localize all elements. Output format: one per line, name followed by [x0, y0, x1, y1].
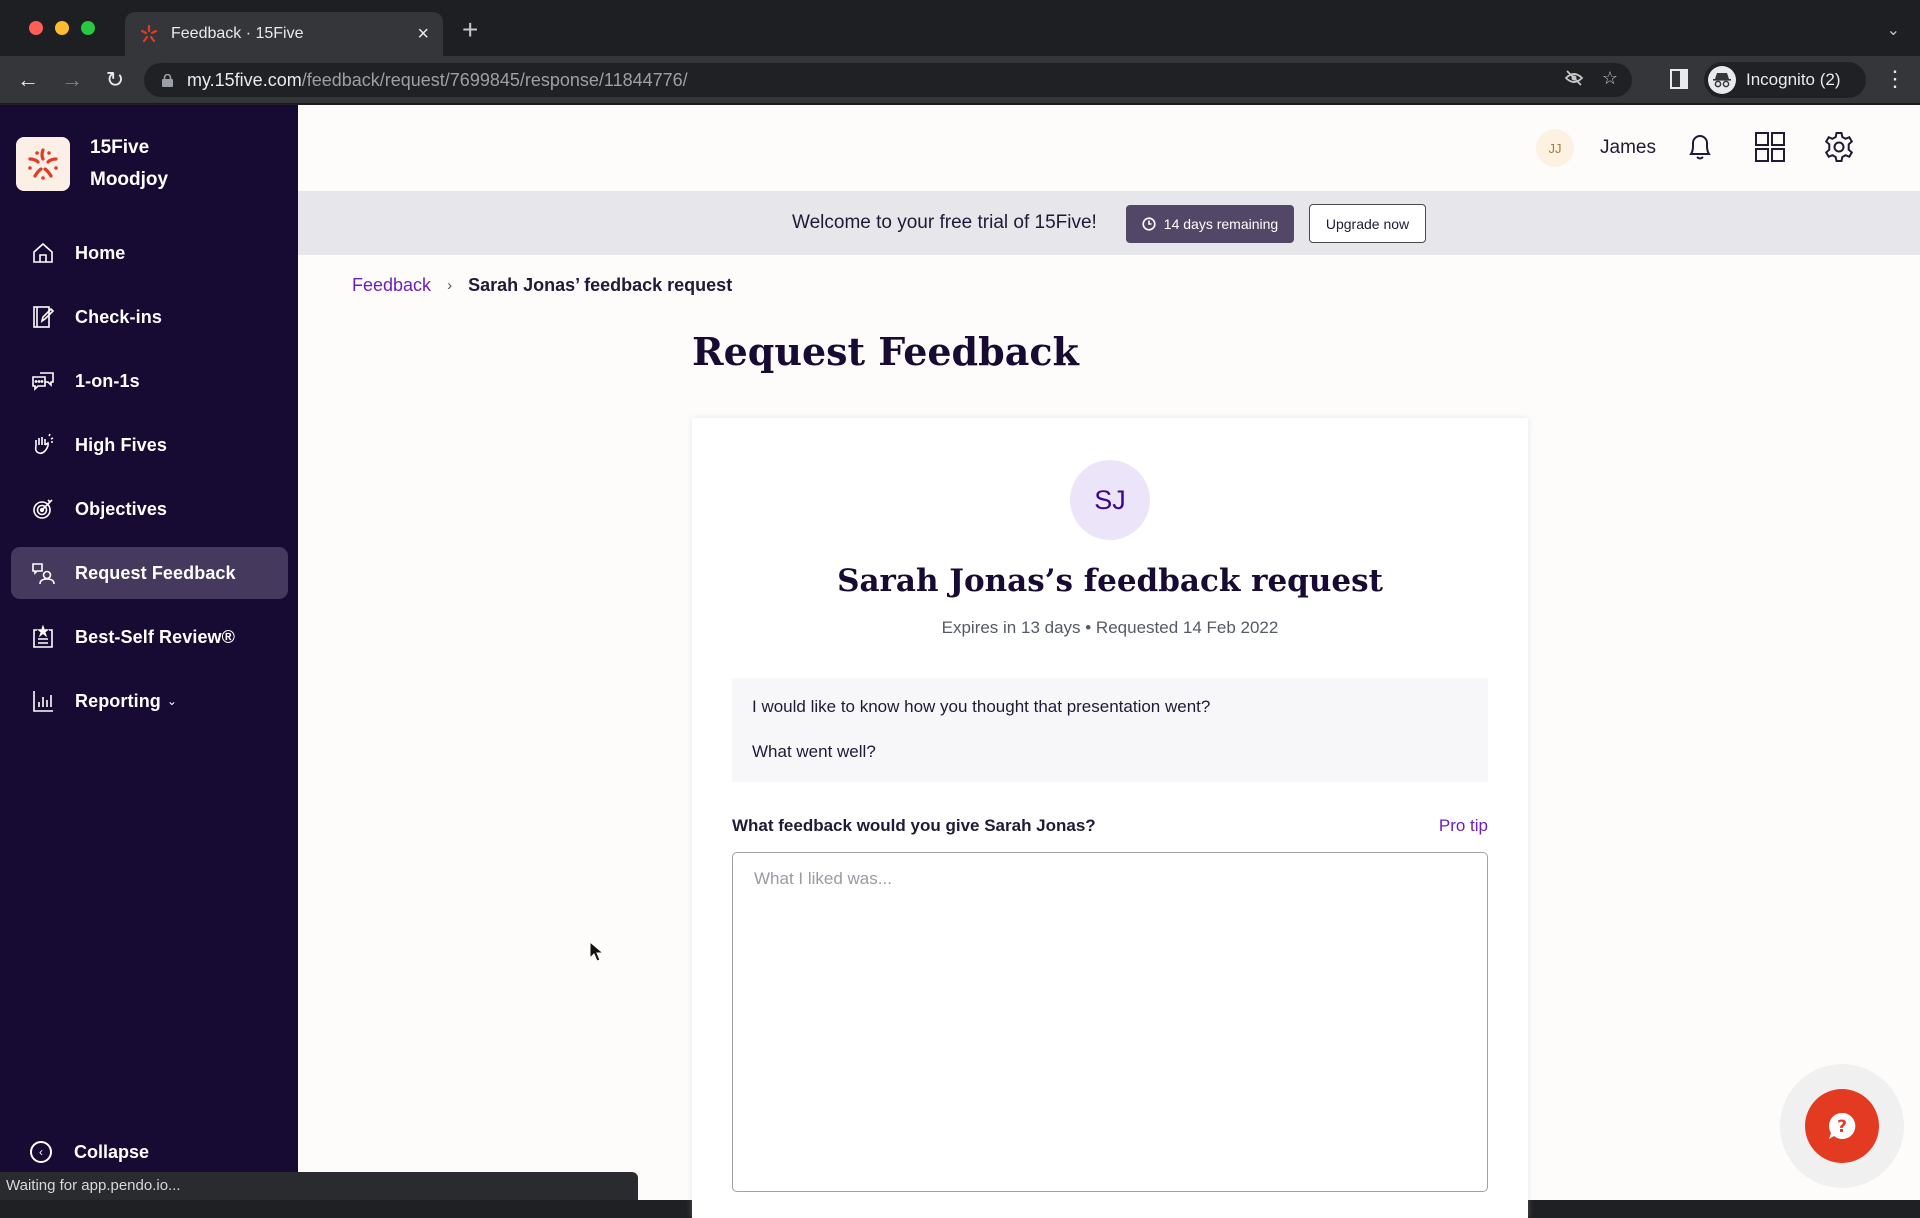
request-prompt: I would like to know how you thought tha… [732, 678, 1488, 782]
sidebar-item-label: Check-ins [75, 306, 162, 327]
page-title: Request Feedback [692, 329, 1079, 374]
help-chat-button[interactable]: ? [1805, 1089, 1879, 1163]
sidebar-item-1-on-1s[interactable]: 1-on-1s [11, 355, 288, 407]
gear-icon[interactable] [1822, 130, 1856, 164]
incognito-icon [1708, 66, 1736, 94]
sidebar: 15Five Moodjoy Home Check-ins 1-on-1s Hi… [0, 105, 298, 1200]
browser-tab-bar: Feedback · 15Five × + ⌄ [0, 0, 1920, 56]
breadcrumb-feedback-link[interactable]: Feedback [352, 275, 431, 296]
address-bar[interactable]: my.15five.com /feedback/request/7699845/… [144, 63, 1632, 97]
clock-icon [1142, 217, 1156, 231]
lock-icon [162, 73, 173, 87]
target-icon [30, 496, 56, 522]
bar-chart-icon [30, 688, 56, 714]
chat-bubbles-icon [30, 368, 56, 394]
org-name-line1: 15Five [90, 137, 150, 158]
collapse-label: Collapse [74, 1141, 150, 1162]
browser-status-bar: Waiting for app.pendo.io... [0, 1172, 638, 1200]
collapse-sidebar-button[interactable]: ‹ Collapse [30, 1141, 149, 1163]
sidebar-item-label: Home [75, 242, 126, 263]
side-panel-icon[interactable] [1670, 69, 1688, 89]
chevron-down-icon: ⌄ [166, 694, 177, 708]
org-name-line2: Moodjoy [90, 169, 169, 190]
sidebar-nav: Home Check-ins 1-on-1s High Fives Object… [11, 227, 288, 739]
profile-label: Incognito (2) [1746, 70, 1841, 89]
breadcrumb-chevron-icon: › [447, 277, 453, 294]
sidebar-item-label: Reporting [75, 690, 161, 711]
tab-close-icon[interactable]: × [417, 24, 429, 44]
requester-avatar: SJ [1070, 460, 1150, 540]
bell-icon[interactable] [1683, 130, 1717, 164]
reload-icon[interactable]: ↻ [101, 66, 129, 94]
apps-grid-icon[interactable] [1753, 130, 1787, 164]
breadcrumb: Feedback › Sarah Jonas’ feedback request [352, 275, 732, 296]
question-bubble-icon: ? [1828, 1112, 1856, 1139]
eye-off-icon[interactable] [1564, 68, 1584, 93]
high-five-hand-icon [30, 432, 56, 458]
svg-text:?: ? [1837, 1117, 1847, 1137]
trial-message: Welcome to your free trial of 15Five! [792, 212, 1097, 233]
kebab-menu-icon[interactable]: ⋮ [1884, 68, 1906, 90]
forward-icon[interactable]: → [58, 66, 86, 94]
user-name[interactable]: James [1600, 137, 1656, 159]
home-icon [30, 240, 56, 266]
sidebar-item-request-feedback[interactable]: Request Feedback [11, 547, 288, 599]
user-avatar[interactable]: JJ [1536, 129, 1574, 167]
days-remaining-badge: 14 days remaining [1126, 205, 1294, 243]
sidebar-item-objectives[interactable]: Objectives [11, 483, 288, 535]
tab-list-chevron-icon[interactable]: ⌄ [1887, 20, 1900, 40]
star-icon[interactable]: ☆ [1602, 68, 1618, 89]
back-icon[interactable]: ← [14, 66, 42, 94]
prompt-line: I would like to know how you thought tha… [752, 697, 1211, 716]
mouse-cursor-icon [589, 941, 605, 962]
sidebar-item-best-self-review[interactable]: Best-Self Review® [11, 611, 288, 663]
new-tab-plus-icon[interactable]: + [462, 16, 478, 44]
url-path: /feedback/request/7699845/response/11844… [301, 69, 688, 90]
request-feedback-icon [30, 560, 56, 586]
url-host: my.15five.com [187, 69, 302, 90]
window-close-button[interactable] [29, 21, 43, 35]
incognito-profile-button[interactable]: Incognito (2) [1704, 62, 1866, 98]
sidebar-item-label: Best-Self Review® [75, 626, 236, 647]
sidebar-item-check-ins[interactable]: Check-ins [11, 291, 288, 343]
window-minimize-button[interactable] [55, 21, 69, 35]
check-ins-icon [30, 304, 56, 330]
help-widget: ? [1780, 1064, 1904, 1188]
app-root: 15Five Moodjoy Home Check-ins 1-on-1s Hi… [0, 105, 1920, 1218]
request-meta: Expires in 13 days • Requested 14 Feb 20… [941, 618, 1279, 637]
window-maximize-button[interactable] [81, 21, 95, 35]
sidebar-item-home[interactable]: Home [11, 227, 288, 279]
sidebar-item-label: Objectives [75, 498, 168, 519]
chevron-left-circle-icon: ‹ [30, 1141, 52, 1163]
browser-toolbar: ← → ↻ my.15five.com /feedback/request/76… [0, 56, 1920, 104]
review-clipboard-icon [30, 624, 56, 650]
breadcrumb-current: Sarah Jonas’ feedback request [468, 275, 733, 295]
days-remaining-text: 14 days remaining [1163, 216, 1279, 232]
15five-logo-icon [16, 137, 70, 191]
upgrade-now-button[interactable]: Upgrade now [1309, 204, 1426, 243]
sidebar-item-label: Request Feedback [75, 562, 236, 583]
sidebar-item-label: High Fives [75, 434, 168, 455]
trial-banner: Welcome to your free trial of 15Five! 14… [298, 191, 1920, 255]
sidebar-item-label: 1-on-1s [75, 370, 140, 391]
15five-favicon-icon [140, 24, 158, 43]
prompt-line: What went well? [752, 742, 876, 761]
feedback-question-label: What feedback would you give Sarah Jonas… [732, 816, 1096, 835]
request-title: Sarah Jonas’s feedback request [837, 563, 1383, 599]
sidebar-item-high-fives[interactable]: High Fives [11, 419, 288, 471]
org-brand[interactable]: 15Five Moodjoy [16, 132, 168, 196]
top-header: JJ James [298, 105, 1920, 191]
feedback-answer-textarea[interactable] [732, 852, 1488, 1192]
feedback-request-card: SJ Sarah Jonas’s feedback request Expire… [692, 418, 1528, 1218]
pro-tip-link[interactable]: Pro tip [1439, 816, 1488, 836]
tab-title: Feedback · 15Five [171, 25, 304, 42]
sidebar-item-reporting[interactable]: Reporting ⌄ [11, 675, 288, 727]
browser-tab-active[interactable]: Feedback · 15Five × [125, 12, 443, 56]
